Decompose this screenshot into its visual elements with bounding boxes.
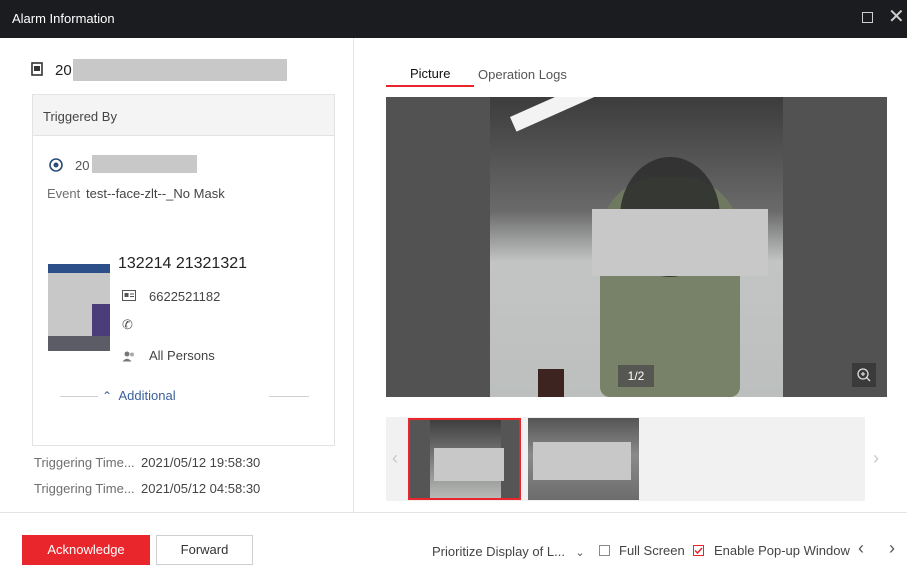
triggering-time-label-1: Triggering Time... [34, 455, 135, 470]
group-icon [122, 351, 134, 362]
event-value: test--face-zlt--_No Mask [86, 186, 225, 201]
thumbnail-strip [386, 417, 865, 501]
chevron-down-icon: ⌄ [575, 547, 585, 559]
zoom-in-button[interactable] [852, 363, 876, 387]
enable-popup-label: Enable Pop-up Window [714, 543, 850, 558]
page-counter: 1/2 [618, 365, 654, 387]
source-id-prefix: 20 [75, 158, 90, 173]
redacted-source [92, 155, 197, 173]
previous-alarm-icon[interactable]: ‹ [858, 538, 864, 559]
triggered-by-header: Triggered By [33, 95, 334, 136]
prioritize-display-select[interactable]: Prioritize Display of L... ⌄ [432, 543, 585, 561]
redacted-id [73, 59, 287, 81]
card-number: 6622521182 [149, 289, 221, 304]
person-group: All Persons [149, 348, 215, 363]
camera-icon [49, 158, 63, 172]
person-name: 132214 21321321 [118, 255, 248, 272]
redacted-face [592, 209, 768, 276]
tab-picture[interactable]: Picture [410, 66, 450, 81]
enable-popup-checkbox[interactable] [693, 545, 704, 556]
triggered-by-panel: Triggered By 20 Event test--face-zlt--_N… [32, 94, 335, 446]
triggering-time-value-1: 2021/05/12 19:58:30 [141, 455, 261, 470]
pane-divider [353, 38, 354, 512]
alarm-id-prefix: 20 [55, 62, 72, 79]
divider-right [269, 396, 309, 397]
id-card-icon [122, 290, 136, 301]
zoom-in-icon [857, 368, 871, 382]
additional-label: Additional [118, 388, 176, 403]
next-alarm-icon[interactable]: › [889, 538, 895, 559]
captured-picture: 1/2 [386, 97, 887, 397]
additional-toggle[interactable]: ⌃ Additional [102, 387, 176, 405]
thumbnail-2[interactable] [528, 418, 639, 500]
thumbnail-prev-icon[interactable]: ‹ [392, 448, 398, 469]
acknowledge-button[interactable]: Acknowledge [22, 535, 150, 565]
tab-active-underline [386, 85, 474, 87]
full-screen-label: Full Screen [619, 543, 685, 558]
footer-divider [0, 512, 907, 513]
close-icon[interactable]: ✕ [888, 5, 905, 29]
tab-operation-logs[interactable]: Operation Logs [478, 67, 567, 82]
person-photo [48, 264, 110, 351]
divider-left [60, 396, 98, 397]
double-chevron-up-icon: ⌃ [102, 389, 113, 403]
phone-icon: ✆ [122, 317, 133, 332]
prioritize-display-label: Prioritize Display of L... [432, 544, 565, 559]
triggered-by-label: Triggered By [43, 109, 117, 124]
checkmark-icon [694, 547, 703, 555]
triggering-time-value-2: 2021/05/12 04:58:30 [141, 481, 261, 496]
thumbnail-next-icon[interactable]: › [873, 448, 879, 469]
full-screen-checkbox[interactable] [599, 545, 610, 556]
thumbnail-1[interactable] [408, 418, 521, 500]
device-icon [31, 62, 43, 76]
triggering-time-label-2: Triggering Time... [34, 481, 135, 496]
forward-button[interactable]: Forward [156, 535, 253, 565]
title-bar: Alarm Information ✕ [0, 0, 907, 38]
event-label: Event [47, 186, 81, 201]
window-title: Alarm Information [12, 11, 115, 26]
maximize-icon[interactable] [862, 12, 873, 23]
